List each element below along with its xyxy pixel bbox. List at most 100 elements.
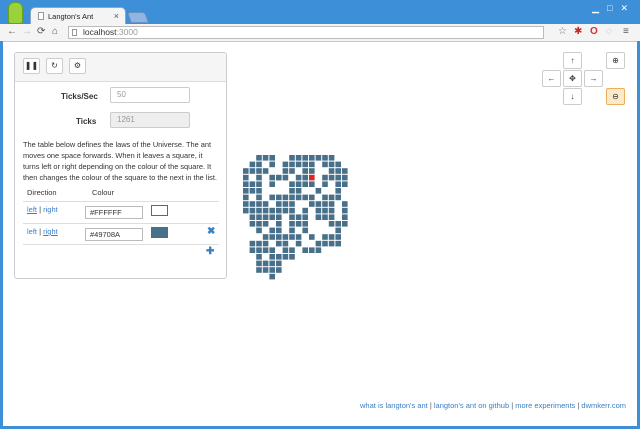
turn-right-link[interactable]: right [43, 205, 58, 214]
colour-header: Colour [92, 188, 115, 197]
grid-cell [342, 207, 348, 214]
ticks-readonly: 1261 [110, 112, 190, 128]
browser-tab[interactable]: Langton's Ant × [30, 7, 126, 24]
grid-cell [249, 214, 256, 220]
grid-cell [256, 155, 262, 161]
ant-cell [309, 174, 315, 181]
grid-cell [249, 168, 256, 174]
grid-cell [328, 207, 335, 214]
grid-cell [302, 168, 308, 174]
extension-icon[interactable]: ✱ [574, 26, 582, 38]
minimize-icon[interactable]: ▁ [592, 3, 607, 13]
pan-up-button[interactable]: ↑ [563, 52, 582, 69]
grid-cell [289, 181, 295, 187]
settings-button[interactable]: ⚙ [69, 58, 86, 74]
url-host: localhost [83, 27, 117, 37]
tab-close-icon[interactable]: × [114, 11, 119, 21]
grid-cell [289, 227, 295, 234]
home-icon[interactable]: ⌂ [52, 26, 58, 38]
footer-link-about[interactable]: what is langton's ant [360, 401, 428, 410]
grid-cell [276, 221, 282, 227]
grid-cell [276, 194, 282, 201]
grid-cell [342, 201, 348, 207]
divider [23, 201, 219, 202]
footer-link-github[interactable]: langton's ant on github [434, 401, 509, 410]
turn-left-link[interactable]: left [27, 227, 37, 236]
grid-cell [342, 181, 348, 187]
remove-icon[interactable]: ✖ [207, 226, 215, 237]
move-icon: ✥ [569, 74, 576, 83]
colour-swatch[interactable] [151, 227, 168, 238]
colour-input[interactable]: #49708A [85, 228, 143, 241]
turn-right-link[interactable]: right [43, 227, 58, 236]
grid-cell [302, 161, 308, 168]
zoom-in-button[interactable]: ⊕ [606, 52, 625, 69]
grid-cell [289, 207, 295, 214]
grid-cell [328, 161, 335, 168]
grid-cell [335, 221, 341, 227]
grid-cell [269, 207, 275, 214]
grid-cell [249, 221, 256, 227]
grid-cell [243, 194, 249, 201]
grid-cell [289, 188, 295, 194]
opera-icon[interactable]: O [590, 26, 598, 38]
grid-cell [309, 168, 315, 174]
new-tab-button[interactable] [126, 12, 150, 23]
reload-icon[interactable]: ⟳ [37, 26, 45, 38]
colour-swatch[interactable] [151, 205, 168, 216]
grid-cell [249, 207, 256, 214]
grid-cell [282, 247, 289, 253]
grid-cell [249, 181, 256, 187]
zoom-out-button[interactable]: ⊖ [606, 88, 625, 105]
footer-link-site[interactable]: dwmkerr.com [581, 401, 626, 410]
grid-cell [262, 240, 269, 247]
grid-cell [243, 181, 249, 187]
refresh-icon: ↻ [51, 61, 58, 70]
star-icon[interactable]: ☆ [558, 26, 567, 38]
back-icon[interactable]: ← [7, 26, 17, 38]
universe-grid[interactable] [243, 155, 363, 290]
grid-cell [262, 221, 269, 227]
grid-cell [322, 155, 328, 161]
address-bar[interactable]: localhost:3000 [68, 26, 544, 39]
grid-cell [322, 194, 328, 201]
reset-button[interactable]: ↻ [46, 58, 63, 74]
grid-cell [243, 207, 249, 214]
grid-cell [322, 161, 328, 168]
grid-cell [262, 155, 269, 161]
forward-icon[interactable]: → [22, 26, 32, 38]
zoom-in-icon: ⊕ [612, 56, 619, 65]
grid-cell [322, 207, 328, 214]
pause-button[interactable]: ❚❚ [23, 58, 40, 74]
turn-left-link[interactable]: left [27, 205, 37, 214]
center-button[interactable]: ✥ [563, 70, 582, 87]
maximize-icon[interactable]: □ [607, 3, 620, 13]
window-frame-left [0, 41, 3, 429]
footer-link-experiments[interactable]: more experiments [515, 401, 575, 410]
pan-left-button[interactable]: ← [542, 70, 561, 87]
grid-cell [282, 168, 289, 174]
grid-cell [295, 181, 302, 187]
grid-cell [282, 161, 289, 168]
grid-cell [289, 201, 295, 207]
menu-icon[interactable]: ≡ [623, 26, 629, 38]
grid-cell [243, 188, 249, 194]
grid-cell [256, 247, 262, 253]
colour-input[interactable]: #FFFFFF [85, 206, 143, 219]
pan-right-button[interactable]: → [584, 70, 603, 87]
grid-cell [322, 240, 328, 247]
grid-cell [315, 155, 322, 161]
pan-down-button[interactable]: ↓ [563, 88, 582, 105]
grid-cell [315, 240, 322, 247]
arrow-down-icon: ↓ [570, 92, 575, 101]
close-window-icon[interactable]: ✕ [620, 3, 636, 13]
pause-icon: ❚❚ [24, 61, 39, 70]
grid-cell [342, 174, 348, 181]
ticks-per-sec-input[interactable]: 50 [110, 87, 190, 103]
tab-title: Langton's Ant [48, 12, 94, 21]
grid-cell [262, 260, 269, 267]
extension-grey-icon[interactable]: ◌ [606, 26, 612, 38]
grid-cell [262, 267, 269, 273]
rule-row-2-direction: left | right [27, 227, 58, 236]
plus-icon[interactable]: ✚ [206, 246, 214, 257]
